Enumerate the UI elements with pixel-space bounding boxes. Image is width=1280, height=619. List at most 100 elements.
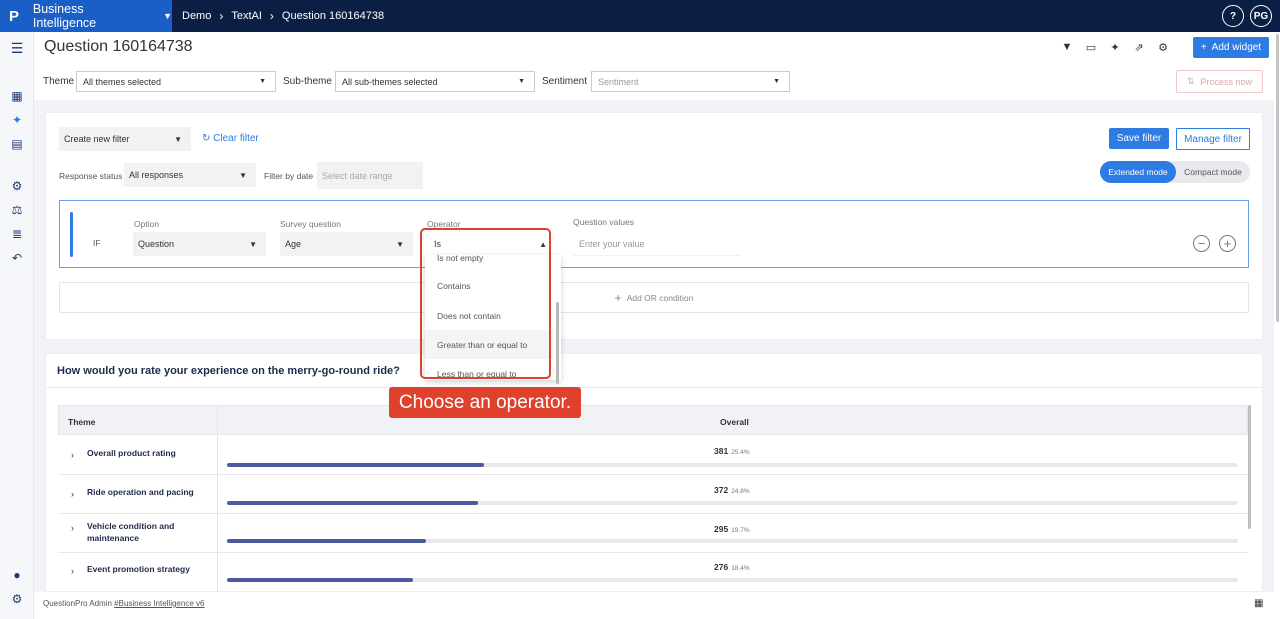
settings-icon[interactable]: ⚙ [10, 592, 24, 606]
dashboard-icon[interactable]: ▦ [10, 89, 24, 103]
add-condition-icon[interactable]: + [1219, 235, 1236, 252]
add-or-condition-button[interactable]: + Add OR condition [59, 282, 1249, 313]
balance-scale-icon[interactable]: ⚖ [10, 203, 24, 217]
subtheme-label: Sub-theme [283, 76, 332, 87]
breadcrumb-question: Question 160164738 [281, 10, 385, 22]
process-now-label: Process now [1200, 76, 1253, 87]
table-row[interactable]: › Overall product rating 381 25.4% [58, 436, 1248, 475]
question-values-input[interactable]: Enter your value [573, 233, 740, 256]
share-icon[interactable]: ⇗ [1132, 40, 1146, 54]
row-count: 372 24.8% [714, 485, 750, 495]
page-title: Question 160164738 [44, 38, 193, 55]
chevron-right-icon: › [269, 9, 274, 23]
response-status-value: All responses [129, 170, 184, 180]
table-row[interactable]: › Ride operation and pacing 372 24.8% [58, 475, 1248, 514]
gear-icon[interactable]: ⚙ [1156, 40, 1170, 54]
theme-filter-row: Theme All themes selected ▼ Sub-theme Al… [43, 71, 1273, 92]
extended-mode-tab[interactable]: Extended mode [1100, 161, 1176, 183]
save-filter-button[interactable]: Save filter [1109, 128, 1169, 149]
caret-down-icon: ▼ [396, 239, 404, 249]
condition-accent-bar [70, 212, 73, 257]
breadcrumb-textai[interactable]: TextAI [231, 10, 262, 22]
theme-select[interactable]: All themes selected ▼ [76, 71, 276, 92]
dropdown-scrollbar[interactable] [556, 302, 559, 384]
help-button[interactable]: ? [1222, 5, 1244, 27]
expand-chevron-icon[interactable]: › [71, 450, 74, 460]
footer-link[interactable]: #Business Intelligence v6 [114, 599, 204, 608]
option-value: Question [138, 239, 175, 249]
row-theme-label: Ride operation and pacing [87, 487, 194, 497]
page-scrollbar[interactable] [1276, 34, 1279, 322]
question-values-label: Question values [573, 217, 634, 227]
expand-chevron-icon[interactable]: › [71, 523, 74, 533]
row-percent: 19.7% [731, 527, 750, 534]
row-percent: 18.4% [731, 565, 750, 572]
progress-track [227, 539, 1238, 543]
table-header: Theme Overall [58, 405, 1248, 435]
remove-condition-icon[interactable]: − [1193, 235, 1210, 252]
hamburger-menu-icon[interactable]: ☰ [10, 40, 24, 56]
back-arrow-icon[interactable]: ↶ [10, 251, 24, 265]
survey-question-select[interactable]: Age ▼ [280, 232, 413, 256]
annotation-highlight [420, 228, 551, 379]
clear-filter-label: Clear filter [213, 133, 259, 144]
theme-label: Theme [43, 76, 75, 87]
date-range-input[interactable]: Select date range [317, 162, 423, 189]
add-widget-label: Add widget [1211, 42, 1262, 53]
row-percent: 25.4% [731, 449, 750, 456]
caret-down-icon: ▼ [518, 78, 525, 85]
avatar[interactable]: PG [1250, 5, 1272, 27]
progress-track [227, 578, 1238, 582]
table-row[interactable]: › Vehicle condition and maintenance 295 1… [58, 514, 1248, 553]
add-or-label: Add OR condition [626, 292, 694, 303]
response-status-select[interactable]: All responses ▼ [124, 163, 256, 187]
grid-icon[interactable]: ▦ [1254, 598, 1263, 609]
create-filter-select[interactable]: Create new filter ▼ [59, 127, 191, 151]
questionpro-logo: P [9, 7, 20, 25]
row-count-value: 372 [714, 485, 729, 495]
row-count: 295 19.7% [714, 524, 750, 534]
table-row[interactable]: › Event promotion strategy 276 18.4% [58, 553, 1248, 592]
subtheme-value: All sub-themes selected [342, 76, 438, 87]
row-count: 381 25.4% [714, 446, 750, 456]
csv-export-icon[interactable]: ▭ [1084, 40, 1098, 54]
expand-chevron-icon[interactable]: › [71, 566, 74, 576]
expand-chevron-icon[interactable]: › [71, 489, 74, 499]
sentiment-placeholder: Sentiment [598, 76, 639, 87]
breadcrumb-demo[interactable]: Demo [182, 10, 211, 22]
row-theme-label: Event promotion strategy [87, 564, 190, 574]
process-now-button[interactable]: ⇅ Process now [1176, 70, 1263, 93]
option-select[interactable]: Question ▼ [133, 232, 266, 256]
annotation-callout: Choose an operator. [389, 387, 581, 418]
user-shield-icon[interactable]: ● [10, 568, 24, 582]
divider [46, 387, 1262, 388]
theme-column-header: Theme [68, 417, 96, 427]
mode-toggle: Extended mode Compact mode [1100, 161, 1250, 183]
compact-mode-tab[interactable]: Compact mode [1176, 161, 1250, 183]
chevron-right-icon: › [219, 9, 224, 23]
network-icon[interactable]: ⚙ [10, 179, 24, 193]
progress-fill [227, 501, 478, 505]
app-switcher[interactable]: P Business Intelligence ▼ [0, 0, 172, 32]
document-icon[interactable]: ▤ [10, 137, 24, 151]
manage-filter-button[interactable]: Manage filter [1176, 128, 1250, 150]
row-theme-label: Overall product rating [87, 448, 176, 458]
sentiment-select[interactable]: Sentiment ▼ [591, 71, 790, 92]
ai-sparkle-icon[interactable]: ✦ [1108, 40, 1122, 54]
survey-question-label: Survey question [280, 219, 341, 229]
response-status-label: Response status [59, 171, 123, 181]
sort-icon: ⇅ [1186, 76, 1195, 86]
add-widget-button[interactable]: + Add widget [1193, 37, 1269, 58]
plus-icon: + [614, 290, 622, 305]
list-icon[interactable]: ≣ [10, 227, 24, 241]
sentiment-label: Sentiment [542, 76, 588, 87]
row-theme-label: Vehicle condition and maintenance [87, 521, 175, 543]
subtheme-select[interactable]: All sub-themes selected ▼ [335, 71, 535, 92]
table-scrollbar[interactable] [1248, 405, 1251, 529]
clear-filter-button[interactable]: ↻ Clear filter [202, 133, 259, 144]
theme-value: All themes selected [83, 76, 162, 87]
filter-icon[interactable]: ▼ [1060, 40, 1074, 54]
footer: QuestionPro Admin #Business Intelligence… [34, 592, 1280, 619]
progress-track [227, 463, 1238, 467]
sparkle-icon[interactable]: ✦ [10, 113, 24, 127]
